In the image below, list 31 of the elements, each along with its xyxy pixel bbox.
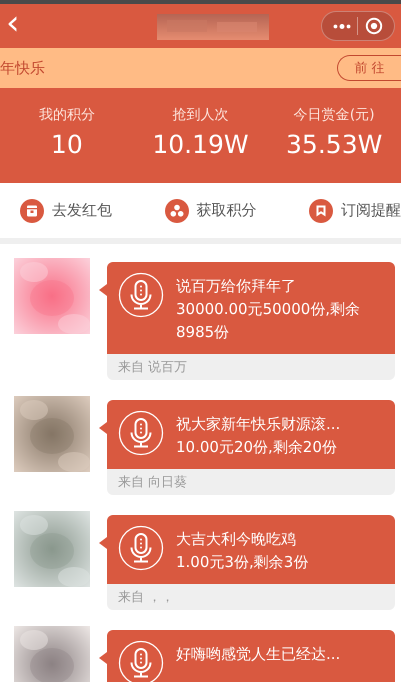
microphone-icon [118, 640, 164, 682]
amount-text: 30000.00元50000份,剩余8985份 [176, 299, 362, 343]
stat-value: 10.19W [152, 130, 249, 159]
microphone-icon [118, 525, 164, 571]
microphone-icon [118, 272, 164, 318]
amount-text: 10.00元20份,剩余20份 [176, 437, 338, 458]
action-link[interactable]: 订阅提醒 [309, 198, 401, 222]
post-title: 说百万给你拜年了 [176, 276, 297, 297]
go-button[interactable]: 前 往 [337, 55, 401, 81]
notice-text: 年快乐 [0, 58, 45, 78]
box-icon [20, 198, 44, 222]
stat-value: 10 [50, 130, 83, 159]
dots-icon [164, 198, 188, 222]
stat-value: 35.53W [286, 130, 382, 159]
post-title: 大吉大利今晚吃鸡 [176, 529, 297, 550]
source-text: 来自 说百万 [118, 359, 188, 376]
action-link[interactable]: 获取积分 [164, 198, 256, 222]
bookmark-icon [309, 198, 333, 222]
action-link[interactable]: 去发红包 [20, 198, 112, 222]
more-icon[interactable] [333, 22, 352, 30]
stat-label: 抢到人次 [172, 106, 228, 124]
back-button[interactable]: ‹ [6, 6, 22, 40]
post-title: 祝大家新年快乐财源滚... [176, 414, 340, 435]
source-text: 来自 向日葵 [118, 474, 188, 491]
amount-text: 1.00元3份,剩余3份 [176, 552, 308, 573]
stat-label: 今日赏金(元) [294, 106, 375, 124]
microphone-icon [118, 410, 164, 456]
stat-label: 我的积分 [38, 106, 95, 124]
post-title: 好嗨哟感觉人生已经达... [176, 644, 340, 665]
source-text: 来自 ，， [118, 589, 174, 606]
close-icon[interactable] [364, 17, 383, 35]
